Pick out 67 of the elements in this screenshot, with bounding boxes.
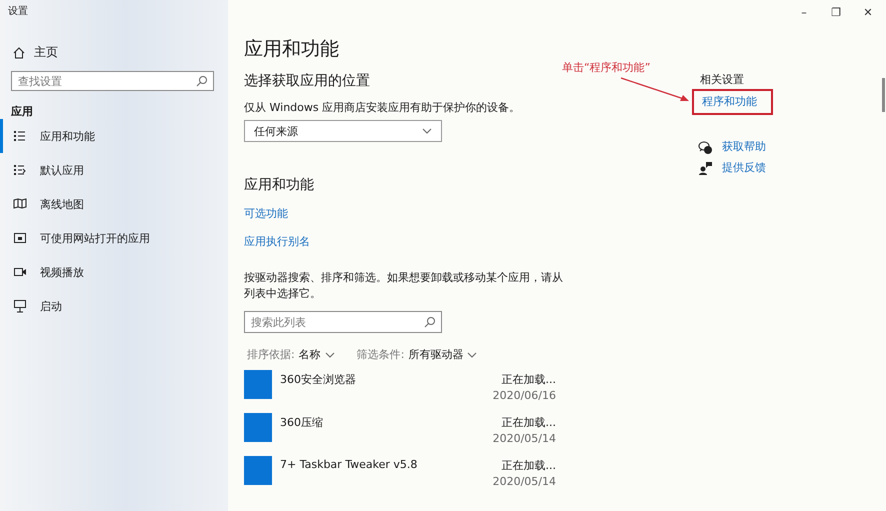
annotation-text: 单击“程序和功能”: [562, 60, 650, 75]
nav-label: 默认应用: [40, 162, 84, 178]
window-title: 设置: [8, 4, 28, 18]
feedback-person-icon: [698, 160, 712, 174]
nav-label: 可使用网站打开的应用: [40, 230, 150, 246]
window-icon: [13, 231, 27, 245]
nav-item[interactable]: 启动: [0, 289, 228, 323]
app-size: 正在加载...: [502, 372, 556, 387]
nav-label: 离线地图: [40, 196, 84, 212]
home-label: 主页: [34, 44, 58, 61]
map-icon: [13, 197, 27, 211]
chat-help-icon: [698, 140, 712, 154]
scrollbar-thumb[interactable]: [882, 78, 885, 112]
list-icon: [13, 129, 27, 143]
link[interactable]: 可选功能: [244, 206, 288, 221]
app-name: 7+ Taskbar Tweaker v5.8: [280, 458, 418, 471]
app-icon: [244, 413, 272, 442]
restore-button[interactable]: ❐: [822, 0, 850, 24]
sort-dropdown[interactable]: 排序依据: 名称: [247, 347, 335, 362]
search-field[interactable]: 查找设置: [11, 71, 214, 91]
nav-item[interactable]: 离线地图: [0, 187, 228, 221]
app-list-item[interactable]: 7+ Taskbar Tweaker v5.8 正在加载... 2020/05/14: [244, 456, 556, 499]
app-list-item[interactable]: 360压缩 正在加载... 2020/05/14: [244, 413, 556, 456]
nav-item[interactable]: 应用和功能: [0, 119, 228, 153]
app-date: 2020/05/14: [492, 475, 556, 488]
video-camera-icon: [13, 265, 27, 279]
app-icon: [244, 370, 272, 399]
filter-dropdown[interactable]: 筛选条件: 所有驱动器: [356, 347, 478, 362]
search-field[interactable]: 搜索此列表: [244, 311, 442, 333]
app-size: 正在加载...: [502, 458, 556, 473]
help-link[interactable]: 提供反馈: [722, 160, 766, 175]
app-date: 2020/05/14: [492, 432, 556, 445]
home-icon: [12, 46, 26, 60]
link[interactable]: 应用执行别名: [244, 234, 310, 249]
nav-item[interactable]: 可使用网站打开的应用: [0, 221, 228, 255]
nav-item[interactable]: 默认应用: [0, 153, 228, 187]
search-icon: [196, 75, 208, 87]
page-title: 应用和功能: [244, 37, 339, 62]
source-dropdown[interactable]: 任何来源: [244, 120, 442, 142]
programs-link[interactable]: 程序和功能: [692, 89, 773, 115]
description-text: 按驱动器搜索、排序和筛选。如果想要卸载或移动某个应用，请从列表中选择它。: [244, 270, 564, 302]
chevron-down-icon: [422, 128, 432, 134]
app-name: 360安全浏览器: [280, 372, 357, 387]
close-button[interactable]: ✕: [854, 0, 882, 24]
nav-label: 视频播放: [40, 264, 84, 280]
home-link[interactable]: 主页: [12, 44, 58, 61]
app-size: 正在加载...: [502, 415, 556, 430]
nav-item[interactable]: 视频播放: [0, 255, 228, 289]
app-date: 2020/06/16: [492, 389, 556, 402]
related-settings-heading: 相关设置: [700, 72, 744, 87]
search-icon: [424, 316, 436, 328]
minimize-button[interactable]: –: [790, 0, 818, 24]
chevron-down-icon: [324, 352, 335, 358]
monitor-icon: [13, 299, 27, 313]
app-list-item[interactable]: 360安全浏览器 正在加载... 2020/06/16: [244, 370, 556, 413]
annotation-arrow: [620, 77, 690, 103]
description-text: 仅从 Windows 应用商店安装应用有助于保护你的设备。: [244, 100, 520, 115]
nav-label: 启动: [40, 298, 62, 314]
chevron-down-icon: [467, 352, 478, 358]
app-icon: [244, 456, 272, 485]
app-name: 360压缩: [280, 415, 324, 430]
section-heading: 应用和功能: [244, 176, 314, 194]
section-heading: 应用: [11, 104, 33, 119]
section-heading: 选择获取应用的位置: [244, 72, 370, 90]
nav-label: 应用和功能: [40, 128, 95, 144]
list-icon: [13, 163, 27, 177]
help-link[interactable]: 获取帮助: [722, 139, 766, 154]
